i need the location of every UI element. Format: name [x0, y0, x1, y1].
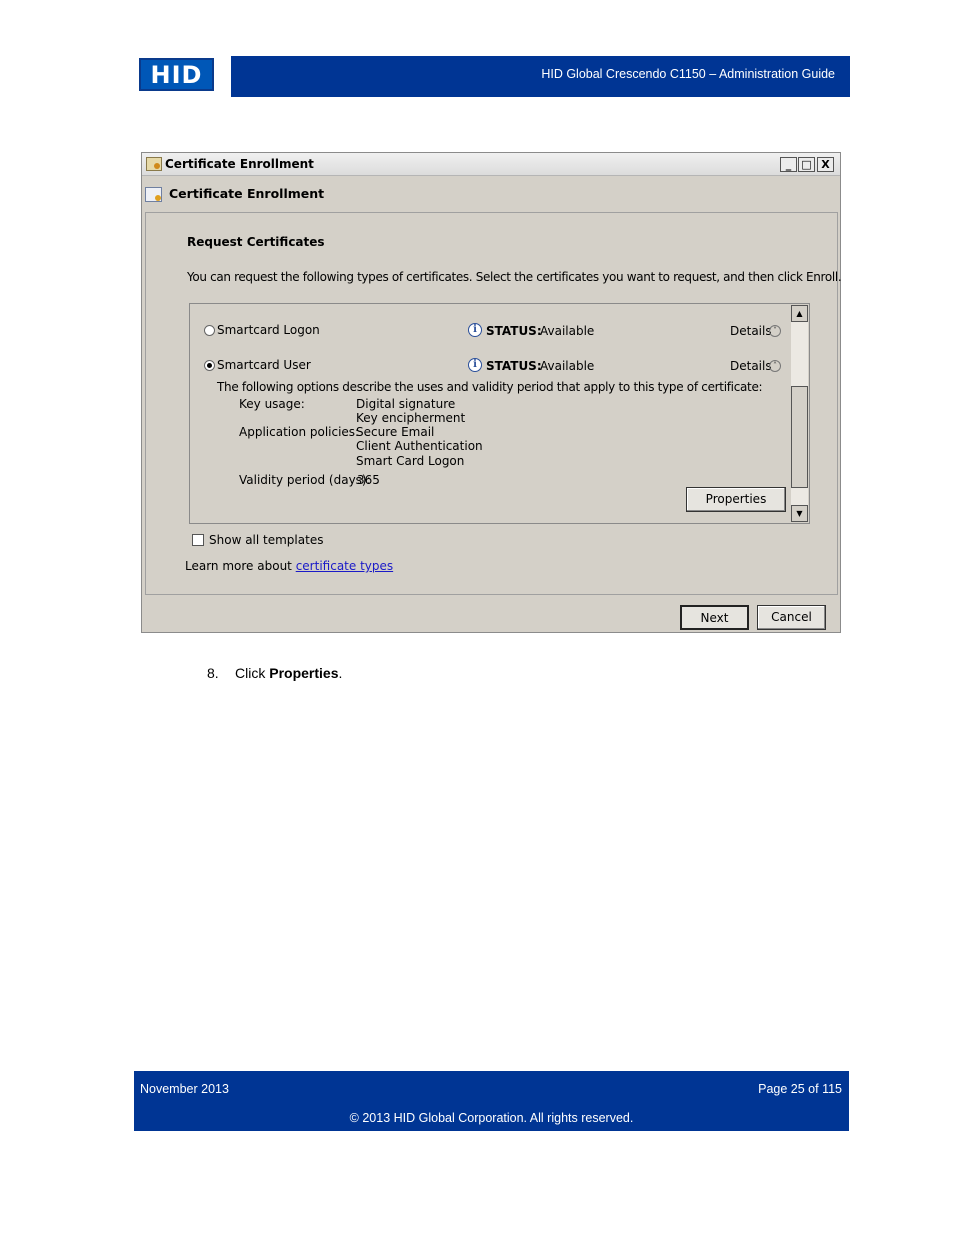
footer-copyright: © 2013 HID Global Corporation. All right…	[349, 1111, 634, 1125]
window-titlebar: Certificate Enrollment _ □ X	[142, 153, 840, 176]
app-policy-value: Smart Card Logon	[356, 454, 465, 468]
status-label: STATUS:	[486, 324, 542, 338]
certificate-enrollment-window: Certificate Enrollment _ □ X Certificate…	[141, 152, 842, 633]
step-bold: Properties	[269, 665, 339, 681]
maximize-button[interactable]: □	[798, 157, 815, 172]
section-description: You can request the following types of c…	[187, 270, 842, 284]
list-scrollbar[interactable]: ▲ ▼	[791, 305, 808, 522]
app-policy-value: Secure Email	[356, 425, 435, 439]
step-number: 8.	[207, 665, 219, 681]
step-prefix: Click	[235, 665, 270, 681]
options-intro: The following options describe the uses …	[217, 380, 763, 394]
certificate-icon	[146, 157, 162, 171]
validity-value: 365	[357, 473, 380, 487]
wizard-heading: Certificate Enrollment	[169, 186, 325, 201]
instruction-step: 8. Click Properties.	[207, 665, 342, 681]
app-policy-value: Client Authentication	[356, 439, 483, 453]
certificate-enrollment-icon	[145, 187, 162, 202]
smartcard-logon-radio[interactable]	[204, 325, 215, 336]
chevron-up-icon[interactable]: ˄	[769, 360, 781, 372]
certificate-template-list: Smartcard Logon i STATUS: Available Deta…	[189, 303, 810, 524]
window-title: Certificate Enrollment	[165, 157, 314, 171]
validity-label: Validity period (days):	[239, 473, 371, 487]
footer-page: Page 25 of 115	[758, 1082, 842, 1096]
show-all-templates-label: Show all templates	[209, 533, 324, 547]
key-usage-label: Key usage:	[239, 397, 305, 411]
smartcard-user-radio[interactable]	[204, 360, 215, 371]
info-icon: i	[468, 323, 482, 337]
key-usage-value: Key encipherment	[356, 411, 466, 425]
info-icon: i	[468, 358, 482, 372]
details-link[interactable]: Details	[730, 324, 772, 338]
show-all-templates-checkbox[interactable]	[192, 534, 204, 546]
scrollbar-thumb[interactable]	[791, 386, 808, 488]
header-bar: HID Global Crescendo C1150 – Administrat…	[231, 56, 850, 97]
status-value: Available	[540, 324, 595, 338]
app-policies-label: Application policies:	[239, 425, 360, 439]
scroll-down-arrow-icon[interactable]: ▼	[791, 505, 808, 522]
learn-more-prefix: Learn more about	[185, 559, 296, 573]
minimize-button[interactable]: _	[780, 157, 797, 172]
learn-more-text: Learn more about certificate types	[185, 559, 393, 573]
status-label: STATUS:	[486, 359, 542, 373]
next-button[interactable]: Next	[680, 605, 749, 630]
step-suffix: .	[338, 665, 343, 681]
scroll-up-arrow-icon[interactable]: ▲	[791, 305, 808, 322]
hid-logo: HID	[139, 58, 214, 91]
template-name: Smartcard User	[217, 358, 311, 372]
properties-button[interactable]: Properties	[686, 487, 786, 512]
logo-text: HID	[150, 60, 203, 89]
chevron-down-icon[interactable]: ˅	[769, 325, 781, 337]
template-name: Smartcard Logon	[217, 323, 320, 337]
footer-date: November 2013	[140, 1082, 229, 1096]
wizard-header: Certificate Enrollment	[142, 176, 840, 212]
cancel-button[interactable]: Cancel	[757, 605, 826, 630]
key-usage-value: Digital signature	[356, 397, 456, 411]
certificate-types-link[interactable]: certificate types	[296, 559, 393, 573]
section-title: Request Certificates	[187, 235, 325, 249]
footer: November 2013 Page 25 of 115 © 2013 HID …	[134, 1071, 849, 1131]
status-value: Available	[540, 359, 595, 373]
doc-title: HID Global Crescendo C1150 – Administrat…	[541, 67, 835, 81]
details-link[interactable]: Details	[730, 359, 772, 373]
close-button[interactable]: X	[817, 157, 834, 172]
